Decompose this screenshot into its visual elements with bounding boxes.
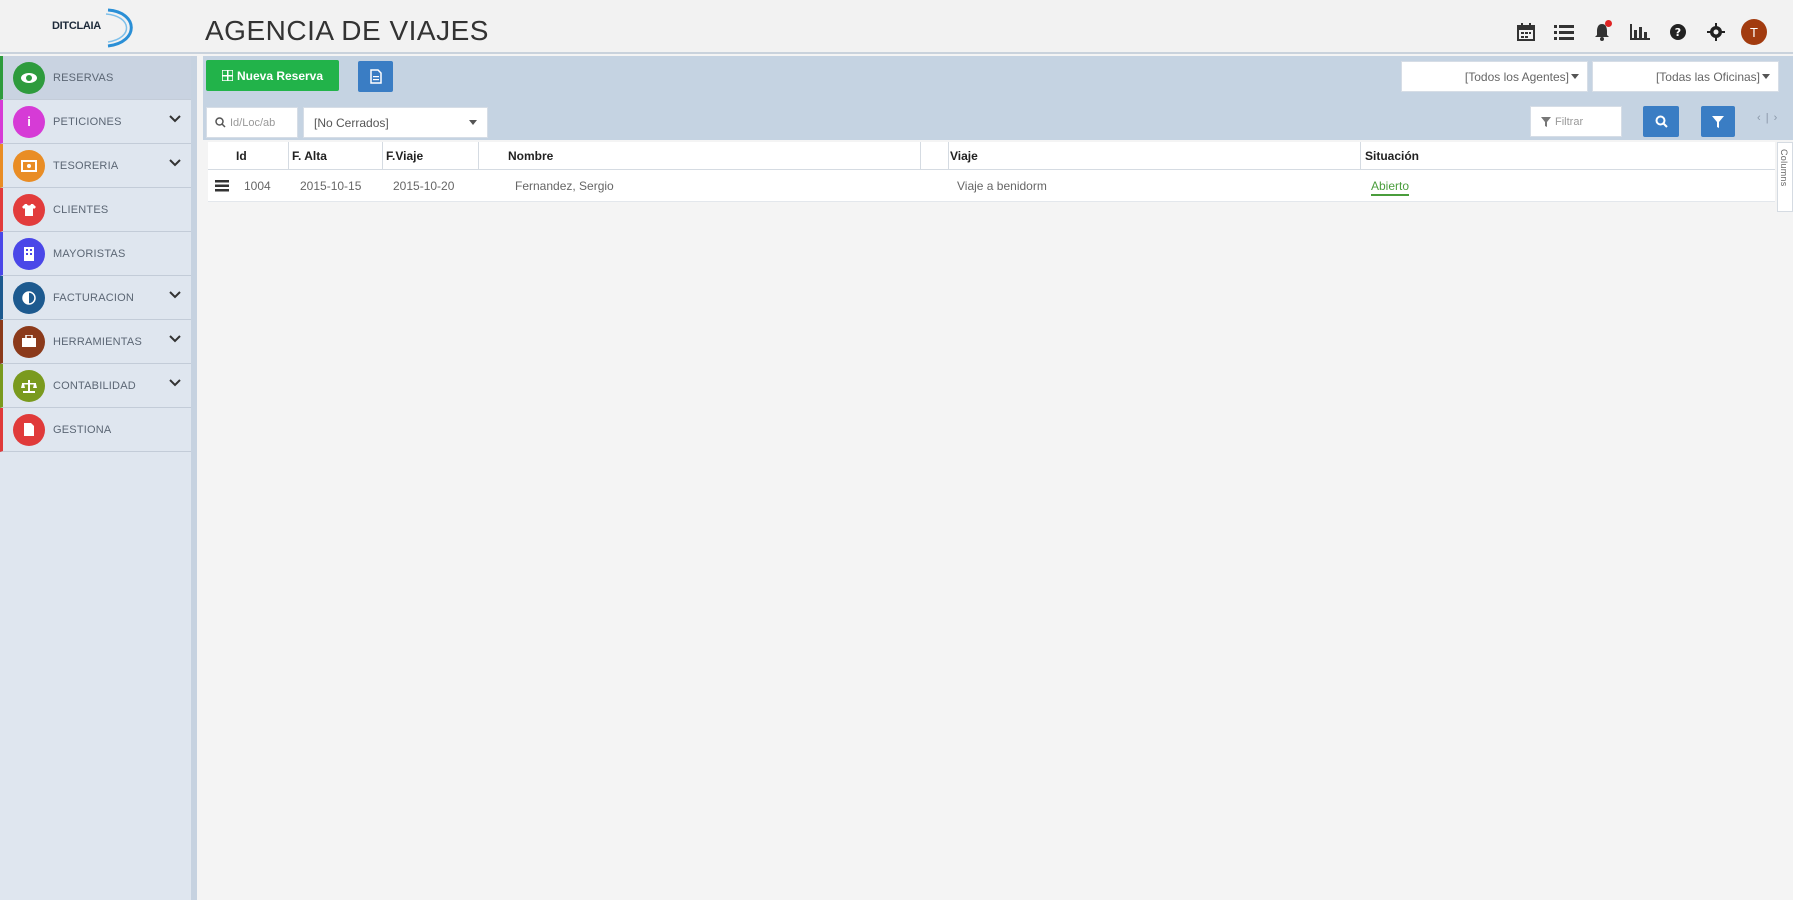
column-divider bbox=[382, 142, 383, 170]
columns-panel-tab[interactable]: Columns bbox=[1777, 142, 1793, 212]
briefcase-icon bbox=[13, 325, 45, 358]
chevron-down-icon bbox=[169, 291, 181, 299]
money-icon bbox=[13, 149, 45, 182]
filter-input[interactable]: Filtrar bbox=[1530, 106, 1622, 137]
sidebar-item-mayoristas[interactable]: MAYORISTAS bbox=[0, 232, 191, 276]
new-reservation-label: Nueva Reserva bbox=[236, 68, 324, 83]
chevron-down-icon bbox=[169, 335, 181, 343]
grid-icon bbox=[221, 70, 233, 81]
sidebar-item-label: CLIENTES bbox=[53, 203, 109, 216]
filter-button[interactable] bbox=[1701, 106, 1735, 137]
column-header-alta[interactable]: F. Alta bbox=[292, 149, 327, 163]
column-divider bbox=[288, 142, 289, 170]
sidebar: RESERVAS i PETICIONES TESORERIA CLIENTES… bbox=[0, 56, 197, 900]
column-header-fviaje[interactable]: F.Viaje bbox=[386, 149, 423, 163]
offices-select[interactable]: [Todas las Oficinas] bbox=[1592, 61, 1779, 92]
document-button[interactable] bbox=[358, 61, 393, 92]
user-avatar[interactable]: T bbox=[1741, 19, 1767, 45]
cell-viaje: Viaje a benidorm bbox=[957, 179, 1047, 193]
svg-text:?: ? bbox=[1675, 26, 1681, 39]
sidebar-item-label: CONTABILIDAD bbox=[53, 379, 136, 392]
scale-icon bbox=[13, 369, 45, 402]
row-menu-icon[interactable] bbox=[215, 180, 229, 192]
document-icon bbox=[13, 413, 45, 446]
header-icons: ? T bbox=[1507, 18, 1767, 46]
status-select[interactable]: [No Cerrados] bbox=[303, 107, 488, 138]
cell-alta: 2015-10-15 bbox=[300, 179, 362, 193]
columns-tab-label: Columns bbox=[1779, 149, 1789, 187]
column-divider bbox=[948, 142, 949, 170]
help-icon[interactable]: ? bbox=[1659, 18, 1697, 46]
shirt-icon bbox=[13, 193, 45, 226]
agents-select-value: [Todos los Agentes] bbox=[1464, 69, 1569, 84]
settings-icon[interactable] bbox=[1697, 18, 1735, 46]
agents-select[interactable]: [Todos los Agentes] bbox=[1401, 61, 1588, 92]
list-icon[interactable] bbox=[1545, 18, 1583, 46]
chevron-down-icon bbox=[169, 115, 181, 123]
page-title: AGENCIA DE VIAJES bbox=[205, 15, 489, 46]
app-logo[interactable]: DITCLAIA bbox=[48, 6, 138, 48]
chart-icon[interactable] bbox=[1621, 18, 1659, 46]
column-header-situacion[interactable]: Situación bbox=[1365, 149, 1419, 163]
sidebar-item-label: RESERVAS bbox=[53, 71, 114, 84]
search-input[interactable]: Id/Loc/ab bbox=[206, 107, 298, 138]
caret-down-icon bbox=[469, 120, 477, 125]
bell-icon[interactable] bbox=[1583, 18, 1621, 46]
cell-nombre: Fernandez, Sergio bbox=[515, 179, 614, 193]
info-icon: i bbox=[13, 105, 45, 138]
column-header-nombre[interactable]: Nombre bbox=[508, 149, 553, 163]
calendar-icon[interactable] bbox=[1507, 18, 1545, 46]
column-divider bbox=[1360, 142, 1361, 170]
collapse-toggle[interactable]: ‹ | › bbox=[1757, 112, 1778, 124]
column-divider bbox=[920, 142, 921, 170]
sidebar-item-tesoreria[interactable]: TESORERIA bbox=[0, 144, 191, 188]
toolbar: Nueva Reserva [Todos los Agentes] [Todas… bbox=[203, 56, 1793, 140]
column-header-id[interactable]: Id bbox=[236, 149, 247, 163]
sidebar-item-gestiona[interactable]: GESTIONA bbox=[0, 408, 191, 452]
caret-down-icon bbox=[1571, 74, 1579, 79]
half-circle-icon bbox=[13, 281, 45, 314]
column-divider bbox=[478, 142, 479, 170]
sidebar-item-clientes[interactable]: CLIENTES bbox=[0, 188, 191, 232]
sidebar-item-peticiones[interactable]: i PETICIONES bbox=[0, 100, 191, 144]
search-icon bbox=[215, 117, 226, 128]
sidebar-item-label: TESORERIA bbox=[53, 159, 119, 172]
sidebar-item-label: GESTIONA bbox=[53, 423, 112, 436]
cell-fviaje: 2015-10-20 bbox=[393, 179, 455, 193]
chevron-down-icon bbox=[169, 159, 181, 167]
sidebar-item-label: PETICIONES bbox=[53, 115, 122, 128]
cell-id: 1004 bbox=[244, 179, 271, 193]
chevron-down-icon bbox=[169, 379, 181, 387]
sidebar-item-contabilidad[interactable]: CONTABILIDAD bbox=[0, 364, 191, 408]
column-header-viaje[interactable]: Viaje bbox=[950, 149, 978, 163]
status-badge: Abierto bbox=[1371, 179, 1410, 196]
search-button[interactable] bbox=[1643, 106, 1679, 137]
reservations-table: Id F. Alta F.Viaje Nombre Viaje Situació… bbox=[208, 142, 1775, 900]
filter-placeholder: Filtrar bbox=[1555, 115, 1584, 128]
notification-dot bbox=[1605, 20, 1612, 27]
new-reservation-button[interactable]: Nueva Reserva bbox=[206, 60, 339, 91]
offices-select-value: [Todas las Oficinas] bbox=[1655, 69, 1760, 84]
table-row[interactable]: 1004 2015-10-15 2015-10-20 Fernandez, Se… bbox=[208, 170, 1775, 202]
sidebar-item-reservas[interactable]: RESERVAS bbox=[0, 56, 191, 100]
sidebar-item-facturacion[interactable]: FACTURACION bbox=[0, 276, 191, 320]
building-icon bbox=[13, 237, 45, 270]
sidebar-item-herramientas[interactable]: HERRAMIENTAS bbox=[0, 320, 191, 364]
sidebar-item-label: FACTURACION bbox=[53, 291, 135, 304]
funnel-icon bbox=[1541, 116, 1551, 127]
funnel-icon bbox=[1712, 115, 1724, 128]
sidebar-item-label: HERRAMIENTAS bbox=[53, 335, 142, 348]
table-header: Id F. Alta F.Viaje Nombre Viaje Situació… bbox=[208, 142, 1775, 170]
status-select-value: [No Cerrados] bbox=[314, 115, 389, 130]
top-header: DITCLAIA AGENCIA DE VIAJES ? T bbox=[0, 0, 1793, 54]
sidebar-item-label: MAYORISTAS bbox=[53, 247, 126, 260]
eye-icon bbox=[13, 61, 45, 94]
file-icon bbox=[369, 69, 382, 84]
caret-down-icon bbox=[1762, 74, 1770, 79]
logo-text: DITCLAIA bbox=[52, 20, 101, 32]
search-icon bbox=[1655, 115, 1668, 128]
search-placeholder: Id/Loc/ab bbox=[230, 116, 276, 129]
